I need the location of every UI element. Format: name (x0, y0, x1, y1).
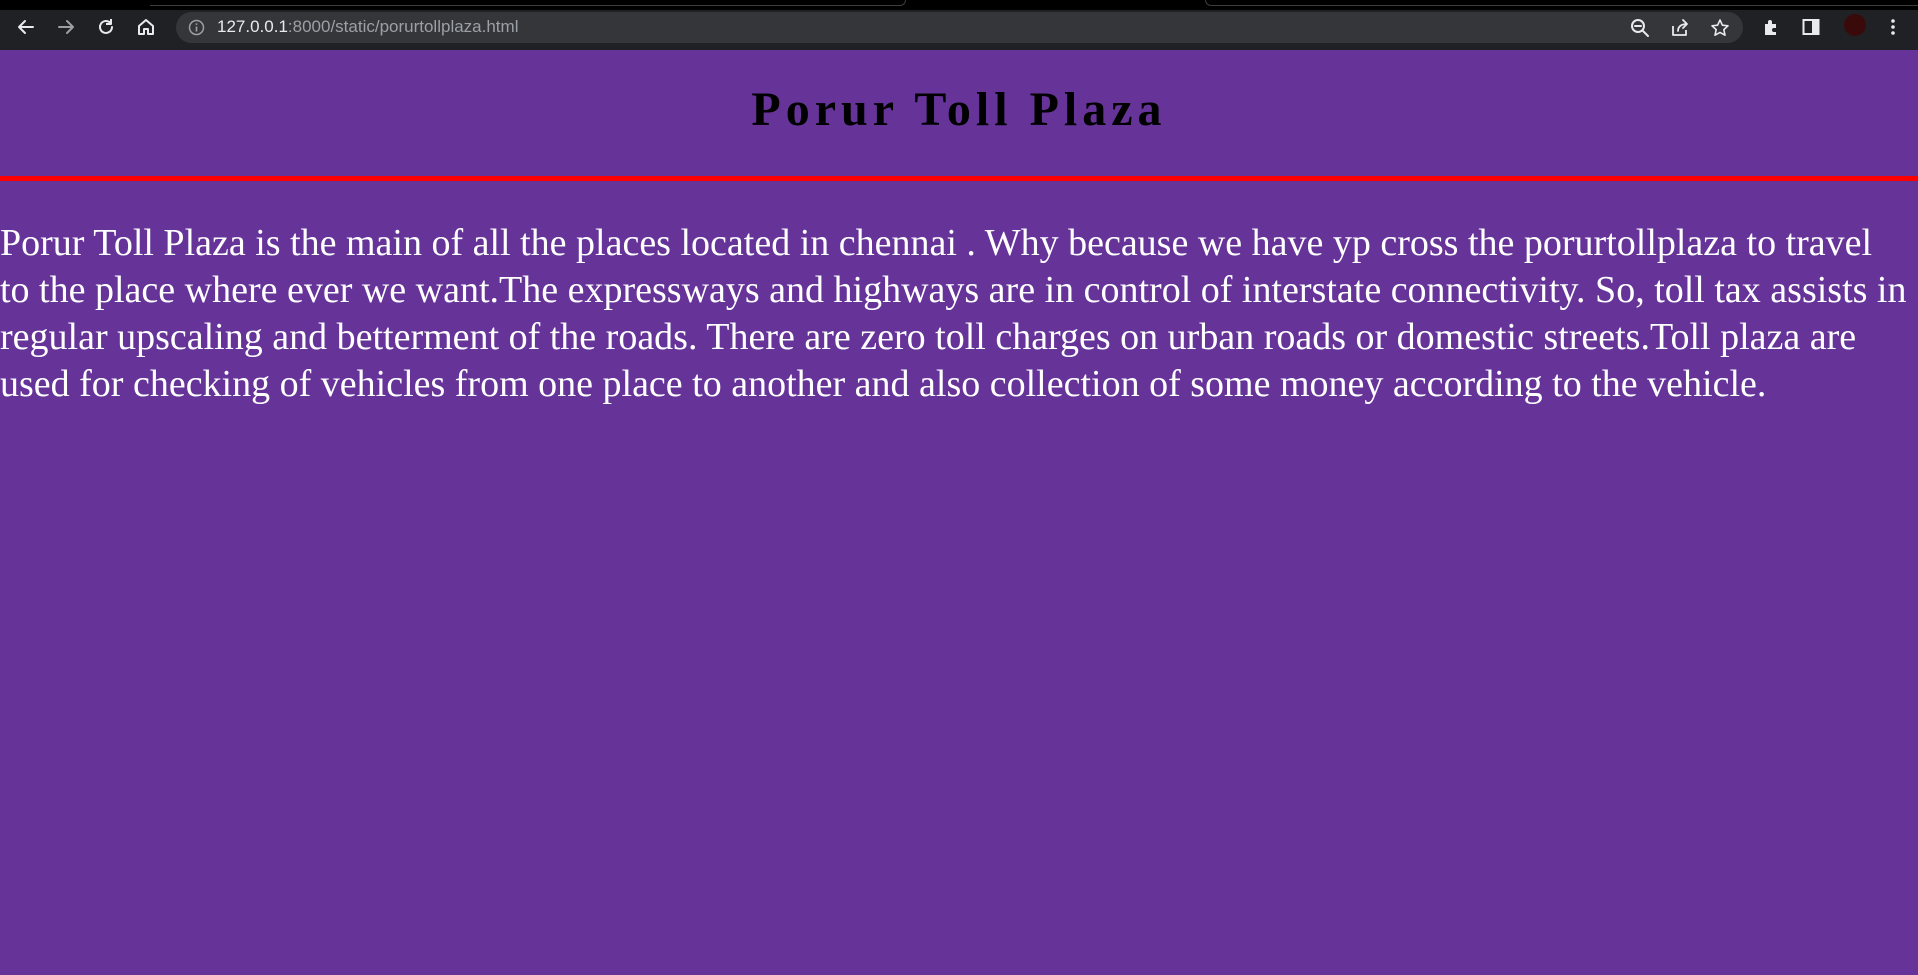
divider (0, 176, 1918, 181)
extensions-icon[interactable] (1757, 13, 1785, 41)
url-text[interactable]: 127.0.0.1:8000/static/porurtollplaza.htm… (217, 17, 518, 37)
forward-icon[interactable] (52, 13, 80, 41)
browser-toolbar: 127.0.0.1:8000/static/porurtollplaza.htm… (0, 0, 1918, 50)
reload-icon[interactable] (92, 13, 120, 41)
share-icon[interactable] (1669, 17, 1691, 39)
profile-avatar[interactable] (1844, 14, 1866, 36)
page-title: Porur Toll Plaza (751, 83, 1167, 136)
bookmark-star-icon[interactable] (1709, 17, 1731, 39)
address-bar[interactable]: 127.0.0.1:8000/static/porurtollplaza.htm… (176, 12, 1743, 43)
tab-edge (150, 0, 906, 6)
body-paragraph: Porur Toll Plaza is the main of all the … (0, 222, 1907, 405)
page-content: Porur Toll Plaza Porur Toll Plaza is the… (0, 50, 1918, 975)
side-panel-icon[interactable] (1797, 13, 1825, 41)
site-info-icon[interactable] (188, 19, 205, 36)
zoom-out-icon[interactable] (1629, 17, 1651, 39)
url-host: 127.0.0.1 (217, 17, 288, 36)
back-icon[interactable] (12, 13, 40, 41)
url-path: :8000/static/porurtollplaza.html (287, 17, 519, 36)
tab-edge (1205, 0, 1918, 6)
more-menu-icon[interactable] (1879, 13, 1907, 41)
home-icon[interactable] (132, 13, 160, 41)
